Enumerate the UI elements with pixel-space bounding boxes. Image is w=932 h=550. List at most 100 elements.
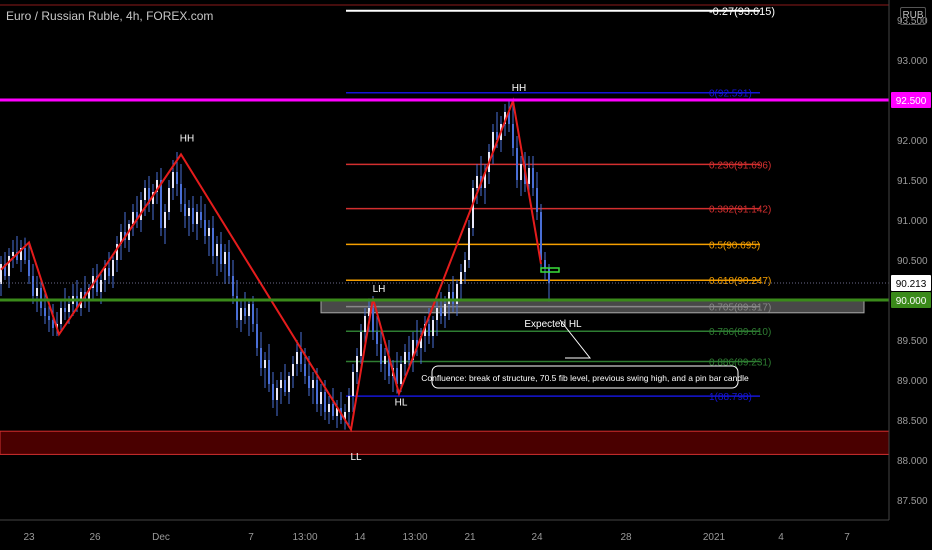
callout-text: Confluence: break of structure, 70.5 fib… <box>421 373 749 383</box>
candle-body <box>540 212 542 260</box>
x-tick-label: 14 <box>354 532 366 543</box>
candle-body <box>428 324 430 336</box>
candle-body <box>512 124 514 148</box>
candle-body <box>320 392 322 404</box>
candle-body <box>384 356 386 364</box>
swing-label: LH <box>373 284 386 295</box>
candle-body <box>436 308 438 320</box>
candle-body <box>432 320 434 336</box>
candle-body <box>440 308 442 316</box>
candle-body <box>252 304 254 324</box>
candle-body <box>68 304 70 312</box>
candle-body <box>204 220 206 236</box>
candle-body <box>520 164 522 180</box>
candle-body <box>312 380 314 388</box>
x-tick-label: 13:00 <box>292 532 317 543</box>
y-tick-label: 88.500 <box>897 416 928 427</box>
candle-body <box>372 308 374 332</box>
candle-body <box>404 352 406 364</box>
candle-body <box>328 404 330 412</box>
candle-body <box>332 404 334 416</box>
candle-body <box>280 380 282 388</box>
candle-body <box>408 352 410 360</box>
candle-body <box>380 344 382 364</box>
fib-label: 0.705(89.917) <box>709 303 771 314</box>
candle-body <box>284 380 286 392</box>
candle-body <box>240 308 242 320</box>
fib-label: 0.618(90.247) <box>709 276 771 287</box>
y-tick-label: 93.000 <box>897 56 928 67</box>
x-tick-label: 28 <box>620 532 632 543</box>
candle-body <box>376 332 378 344</box>
candle-body <box>132 212 134 224</box>
fib-label: 0.786(89.610) <box>709 327 771 338</box>
candle-body <box>176 172 178 184</box>
candle-body <box>356 356 358 372</box>
candle-body <box>188 208 190 216</box>
candle-body <box>264 360 266 368</box>
candle-body <box>468 228 470 260</box>
candle-body <box>60 308 62 324</box>
x-axis[interactable]: 23 26 Dec 7 13:00 14 13:00 21 24 28 2021 4 7 <box>0 519 889 550</box>
candle-body <box>40 288 42 308</box>
fib-label: 0(92.591) <box>709 89 752 100</box>
swing-label: HH <box>180 134 194 145</box>
candle-body <box>532 168 534 188</box>
candle-body <box>224 252 226 264</box>
candle-body <box>276 388 278 400</box>
candle-body <box>180 184 182 204</box>
candle-body <box>164 212 166 228</box>
candle-body <box>360 332 362 356</box>
fib-label: 1(88.798) <box>709 392 752 403</box>
y-tick-label: 87.500 <box>897 496 928 507</box>
x-tick-label: 7 <box>844 532 850 543</box>
x-tick-label: 23 <box>23 532 35 543</box>
price-label: 92.500 <box>896 96 927 107</box>
candle-body <box>248 304 250 316</box>
fib-label: 0.382(91.142) <box>709 205 771 216</box>
x-tick-label: 7 <box>248 532 254 543</box>
candle-body <box>192 208 194 224</box>
candle-body <box>160 180 162 228</box>
candle-body <box>292 364 294 376</box>
candle-body <box>200 212 202 220</box>
candle-body <box>244 308 246 316</box>
candle-body <box>444 304 446 316</box>
chart-title: Euro / Russian Ruble, 4h, FOREX.com <box>6 9 214 23</box>
price-chart[interactable]: -0.27(93.615) 0(92.591) 0.236(91.696) 0.382… <box>0 0 932 550</box>
candle-body <box>172 172 174 188</box>
candle-body <box>516 148 518 180</box>
y-tick-label: 90.500 <box>897 256 928 267</box>
candle-body <box>476 176 478 188</box>
candle-body <box>12 252 14 256</box>
x-tick-label: 24 <box>531 532 543 543</box>
y-tick-label: 89.500 <box>897 336 928 347</box>
y-axis[interactable]: 93.50093.00092.50092.00091.50091.00090.5… <box>888 0 932 550</box>
x-tick-label: Dec <box>152 532 170 543</box>
candle-body <box>140 200 142 220</box>
candle-body <box>232 276 234 296</box>
candle-body <box>364 316 366 332</box>
candle-body <box>216 244 218 256</box>
currency-button[interactable]: RUB <box>900 7 926 25</box>
candle-body <box>64 308 66 312</box>
y-tick-label: 89.000 <box>897 376 928 387</box>
candle-body <box>348 396 350 412</box>
candle-body <box>8 256 10 276</box>
candle-body <box>184 204 186 216</box>
candle-body <box>548 268 550 284</box>
x-tick-label: 13:00 <box>402 532 427 543</box>
candle-body <box>304 364 306 376</box>
candle-body <box>528 168 530 184</box>
y-tick-label: 91.000 <box>897 216 928 227</box>
candle-body <box>272 384 274 400</box>
candle-body <box>104 268 106 280</box>
candle-body <box>32 276 34 296</box>
candle-body <box>460 272 462 284</box>
candle-body <box>144 188 146 200</box>
candle-body <box>28 260 30 276</box>
x-tick-label: 2021 <box>703 532 726 543</box>
candle-body <box>24 248 26 260</box>
candle-body <box>220 244 222 264</box>
x-tick-label: 21 <box>464 532 476 543</box>
